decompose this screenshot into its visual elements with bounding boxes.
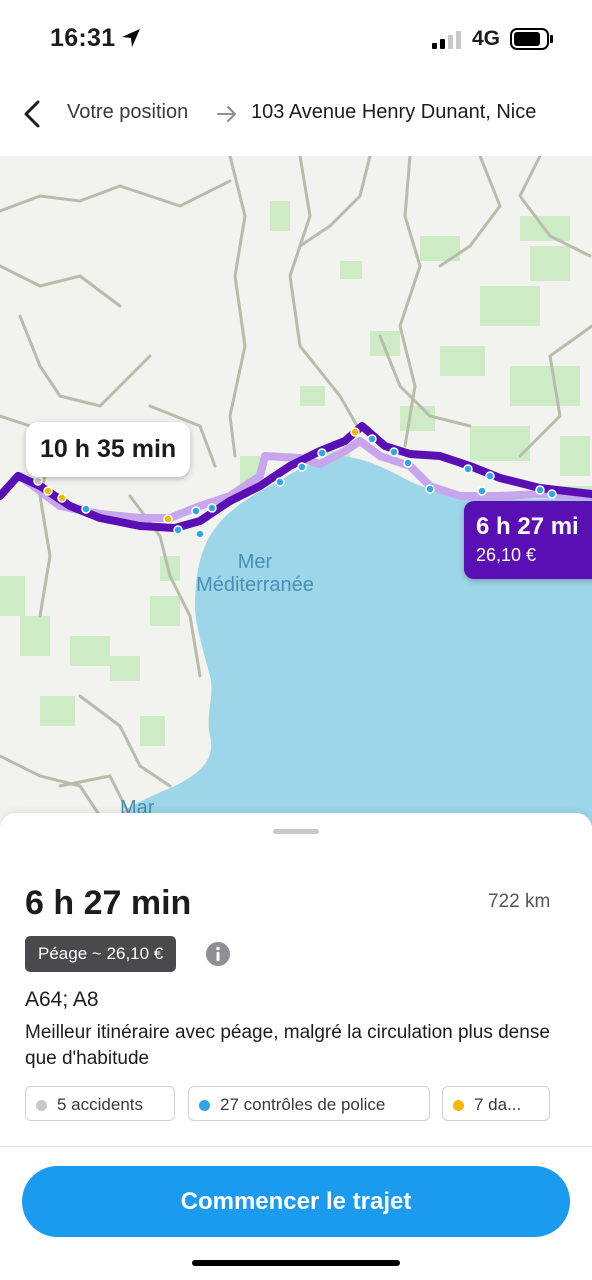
police-dot-icon <box>199 1100 210 1111</box>
route-map[interactable]: 10 h 35 min 6 h 27 mi 26,10 € Mer Médite… <box>0 156 592 826</box>
danger-dot-icon <box>453 1100 464 1111</box>
route-description: Meilleur itinéraire avec péage, malgré l… <box>25 1022 550 1069</box>
route-duration: 6 h 27 min <box>25 884 192 922</box>
network-type: 4G <box>472 27 501 50</box>
arrow-right-icon <box>217 106 236 122</box>
map-canvas[interactable] <box>0 156 592 826</box>
alternative-route-time: 10 h 35 min <box>40 435 177 463</box>
status-time: 16:31 <box>50 24 116 52</box>
sea-label: Mer Méditerranée <box>180 551 330 597</box>
toll-badge: Péage ~ 26,10 € <box>25 936 177 972</box>
accidents-chip-label: 5 accidents <box>57 1095 143 1114</box>
main-route-time: 6 h 27 mi <box>476 513 579 540</box>
accident-dot-icon <box>36 1100 47 1111</box>
back-chevron-icon[interactable] <box>18 98 48 130</box>
info-icon[interactable] <box>205 941 231 967</box>
sea-label-line2: Méditerranée <box>196 574 314 596</box>
alternative-route-time-bubble[interactable]: 10 h 35 min <box>26 422 191 477</box>
main-route-price: 26,10 € <box>476 545 537 565</box>
destination-label[interactable]: 103 Avenue Henry Dunant, Nice <box>251 101 536 124</box>
main-route-bubble[interactable]: 6 h 27 mi 26,10 € <box>464 501 592 579</box>
signal-strength-icon <box>432 31 461 49</box>
location-arrow-icon <box>122 29 140 47</box>
route-roads: A64; A8 <box>25 988 99 1011</box>
police-chip-label: 27 contrôles de police <box>220 1095 386 1114</box>
home-indicator[interactable] <box>192 1260 400 1266</box>
sea-label-line1: Mer <box>237 551 273 573</box>
dangers-chip[interactable]: 7 da... <box>442 1086 550 1121</box>
accidents-chip[interactable]: 5 accidents <box>25 1086 175 1121</box>
police-controls-chip[interactable]: 27 contrôles de police <box>188 1086 430 1121</box>
origin-label[interactable]: Votre position <box>67 101 188 124</box>
sheet-grabber[interactable] <box>273 829 319 834</box>
dangers-chip-label: 7 da... <box>474 1095 522 1114</box>
battery-icon <box>510 28 553 50</box>
route-distance: 722 km <box>488 891 551 912</box>
sheet-divider <box>0 1146 592 1147</box>
start-route-button[interactable]: Commencer le trajet <box>22 1166 570 1237</box>
